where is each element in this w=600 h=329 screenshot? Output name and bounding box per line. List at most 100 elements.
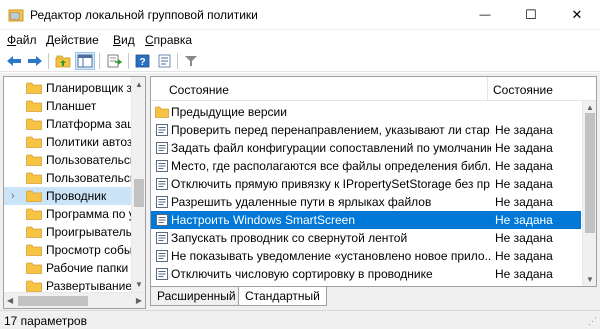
filter-button[interactable] bbox=[181, 52, 201, 70]
close-icon: ✕ bbox=[571, 7, 583, 22]
setting-name: Место, где располагаются все файлы опред… bbox=[171, 159, 491, 173]
properties-button[interactable] bbox=[155, 52, 175, 70]
tree-pane: Планировщик за Планшет Платформа защи Полит… bbox=[3, 76, 146, 309]
up-one-level-button[interactable] bbox=[53, 52, 73, 70]
menu-view[interactable]: Вид bbox=[113, 33, 135, 47]
status-bar: 17 параметров ⋰ bbox=[0, 310, 600, 329]
policy-setting-icon bbox=[156, 160, 168, 172]
folder-icon bbox=[26, 262, 42, 274]
tab-extended[interactable]: Расширенный bbox=[150, 287, 243, 306]
menu-file[interactable]: Файл bbox=[7, 33, 37, 47]
maximize-button[interactable]: ☐ bbox=[508, 0, 554, 30]
tree-item[interactable]: Планировщик за bbox=[4, 79, 139, 97]
export-list-button[interactable] bbox=[104, 52, 124, 70]
toolbar-separator bbox=[48, 53, 49, 69]
status-text: 17 параметров bbox=[4, 314, 87, 328]
help-icon: ? bbox=[135, 54, 150, 68]
scroll-right-icon[interactable]: ▶ bbox=[136, 296, 142, 305]
tree-vertical-scrollbar[interactable]: ▲ ▼ bbox=[131, 77, 145, 292]
policy-editor-app-icon bbox=[8, 9, 24, 22]
list-row[interactable]: Задать файл конфигурации сопоставлений п… bbox=[151, 139, 581, 157]
folder-icon bbox=[26, 226, 42, 238]
tree-item[interactable]: Платформа защи bbox=[4, 115, 144, 133]
tree-horizontal-scrollbar[interactable]: ◀ ▶ bbox=[4, 292, 145, 308]
toolbar-separator bbox=[128, 53, 129, 69]
menu-bar: Файл Действие Вид Справка bbox=[0, 30, 600, 50]
setting-state: Не задана bbox=[495, 159, 553, 173]
minimize-button[interactable]: — bbox=[462, 0, 508, 30]
list-row[interactable]: Отключить прямую привязку к IPropertySet… bbox=[151, 175, 581, 193]
title-bar: Редактор локальной групповой политики — … bbox=[0, 0, 600, 30]
scroll-down-icon[interactable]: ▼ bbox=[586, 275, 594, 284]
scroll-left-icon[interactable]: ◀ bbox=[7, 296, 13, 305]
setting-name: Задать файл конфигурации сопоставлений п… bbox=[171, 141, 491, 155]
policy-setting-icon bbox=[156, 196, 168, 208]
setting-name: Предыдущие версии bbox=[171, 105, 287, 119]
list-scroll-thumb[interactable] bbox=[585, 113, 595, 233]
scroll-up-icon[interactable]: ▲ bbox=[135, 80, 143, 89]
toolbar: ? bbox=[0, 50, 600, 72]
tree-item-label: Планировщик за bbox=[46, 81, 139, 95]
menu-help[interactable]: Справка bbox=[145, 33, 192, 47]
folder-icon bbox=[26, 190, 42, 202]
setting-state: Не задана bbox=[495, 141, 553, 155]
list-row[interactable]: Не показывать уведомление «установлено н… bbox=[151, 247, 581, 265]
back-arrow-icon bbox=[7, 56, 21, 66]
column-header-state[interactable]: Состояние bbox=[493, 83, 553, 97]
list-row[interactable]: Разрешить удаленные пути в ярлыках файло… bbox=[151, 193, 581, 211]
list-row[interactable]: Проверить перед перенаправлением, указыв… bbox=[151, 121, 581, 139]
tree-item[interactable]: Планшет bbox=[4, 97, 132, 115]
tree-item[interactable]: Проигрыватель V bbox=[4, 223, 143, 241]
folder-icon bbox=[26, 100, 42, 112]
tree-scroll-thumb[interactable] bbox=[134, 179, 144, 207]
tree-hscroll-thumb[interactable] bbox=[18, 296, 88, 306]
tree-item-label: Платформа защи bbox=[46, 117, 144, 131]
setting-state: Не задана bbox=[495, 195, 553, 209]
scroll-down-icon[interactable]: ▼ bbox=[135, 280, 143, 289]
export-list-icon bbox=[107, 54, 122, 68]
setting-name: Настроить Windows SmartScreen bbox=[171, 213, 356, 227]
tab-standard[interactable]: Стандартный bbox=[238, 287, 327, 306]
svg-text:?: ? bbox=[139, 57, 145, 68]
list-header: Состояние Состояние bbox=[151, 77, 596, 101]
tree-item-label: Просмотр событ bbox=[46, 243, 138, 257]
policy-setting-icon bbox=[156, 142, 168, 154]
tree-item[interactable]: Программа по у bbox=[4, 205, 135, 223]
tree-item[interactable]: Пользовательск bbox=[4, 169, 135, 187]
tree-item[interactable]: Политики автоза bbox=[4, 133, 139, 151]
policy-setting-icon bbox=[156, 268, 168, 280]
setting-state: Не задана bbox=[495, 249, 553, 263]
list-vertical-scrollbar[interactable]: ▲ ▼ bbox=[582, 101, 596, 286]
details-pane: Состояние Состояние Предыдущие версии Про… bbox=[150, 76, 597, 287]
close-button[interactable]: ✕ bbox=[554, 0, 600, 30]
tree-item[interactable]: Просмотр событ bbox=[4, 241, 138, 259]
setting-name: Запускать проводник со свернутой лентой bbox=[171, 231, 408, 245]
folder-icon bbox=[26, 136, 42, 148]
window-title: Редактор локальной групповой политики bbox=[30, 8, 258, 22]
list-row[interactable]: Запускать проводник со свернутой лентой Н… bbox=[151, 229, 581, 247]
list-row[interactable]: Место, где располагаются все файлы опред… bbox=[151, 157, 581, 175]
back-button[interactable] bbox=[4, 52, 24, 70]
folder-icon bbox=[26, 208, 42, 220]
tree-item-label: Рабочие папки bbox=[46, 261, 129, 275]
menu-action[interactable]: Действие bbox=[46, 33, 99, 47]
tree-item[interactable]: › Проводник bbox=[4, 187, 132, 205]
tree-item-label: Пользовательск bbox=[46, 153, 136, 167]
tree-item[interactable]: Пользовательск bbox=[4, 151, 136, 169]
column-divider[interactable] bbox=[487, 77, 488, 101]
list-row[interactable]: Отключить числовую сортировку в проводни… bbox=[151, 265, 581, 283]
scroll-up-icon[interactable]: ▲ bbox=[586, 103, 594, 112]
list-row[interactable]: Предыдущие версии bbox=[151, 103, 581, 121]
resize-grip-icon[interactable]: ⋰ bbox=[588, 316, 597, 327]
show-hide-tree-button[interactable] bbox=[75, 52, 95, 70]
list-row[interactable]: Настроить Windows SmartScreen Не задана bbox=[151, 211, 581, 229]
toolbar-separator bbox=[99, 53, 100, 69]
setting-state: Не задана bbox=[495, 123, 553, 137]
maximize-icon: ☐ bbox=[525, 7, 537, 22]
tree-item[interactable]: Рабочие папки bbox=[4, 259, 132, 277]
column-header-name[interactable]: Состояние bbox=[169, 83, 229, 97]
help-button[interactable]: ? bbox=[133, 52, 153, 70]
tree-item-label: Программа по у bbox=[46, 207, 135, 221]
forward-button[interactable] bbox=[25, 52, 45, 70]
chevron-right-icon[interactable]: › bbox=[11, 190, 15, 202]
